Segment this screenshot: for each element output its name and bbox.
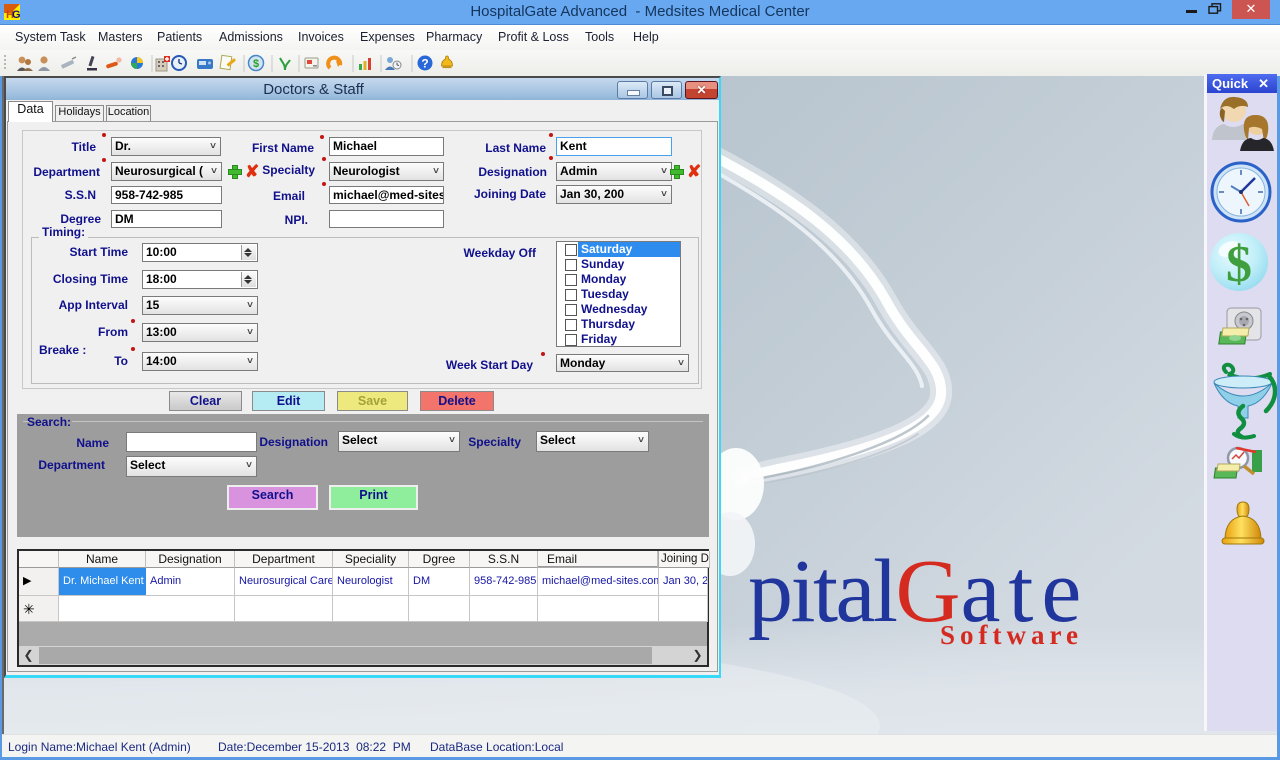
svg-text:?: ? (421, 57, 428, 71)
svg-text:$: $ (1226, 236, 1252, 293)
svg-text:$: $ (253, 58, 259, 70)
